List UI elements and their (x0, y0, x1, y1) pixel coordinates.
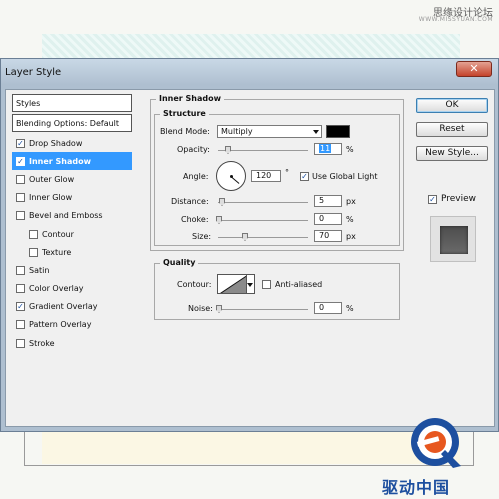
style-item[interactable]: Outer Glow (12, 170, 132, 188)
style-item[interactable]: Stroke (12, 334, 132, 352)
distance-label: Distance: (171, 197, 209, 206)
anti-aliased-label: Anti-aliased (275, 280, 323, 289)
style-checkbox[interactable]: ✓ (16, 302, 25, 312)
style-item[interactable]: Texture (12, 243, 132, 261)
style-item-label: Texture (42, 247, 72, 257)
size-label: Size: (192, 232, 212, 241)
style-checkbox[interactable] (16, 265, 25, 275)
close-button[interactable]: ✕ (456, 61, 492, 77)
preview-thumbnail (430, 216, 476, 262)
style-item-label: Contour (42, 229, 74, 239)
contour-label: Contour: (177, 280, 212, 289)
blend-mode-select[interactable]: Multiply (217, 125, 322, 138)
noise-unit: % (346, 304, 354, 313)
contour-picker[interactable] (217, 274, 247, 294)
structure-title: Structure (160, 109, 209, 118)
style-item-label: Gradient Overlay (29, 302, 98, 312)
blending-options[interactable]: Blending Options: Default (12, 114, 132, 132)
styles-header[interactable]: Styles (12, 94, 132, 112)
style-item[interactable]: ✓ Inner Shadow (12, 152, 132, 171)
choke-slider[interactable] (216, 216, 308, 224)
style-item-label: Pattern Overlay (29, 320, 92, 330)
style-item[interactable]: Inner Glow (12, 189, 132, 207)
chevron-down-icon (247, 283, 253, 287)
dialog-title: Layer Style (5, 66, 62, 78)
background-canvas (42, 430, 460, 464)
global-light-label: Use Global Light (312, 172, 378, 181)
watermark-url: WWW.MISSYUAN.COM (418, 16, 493, 23)
inner-shadow-title: Inner Shadow (156, 94, 224, 103)
noise-slider[interactable] (216, 305, 308, 313)
style-item-label: Color Overlay (29, 284, 84, 294)
angle-input[interactable]: 120 (251, 170, 281, 182)
global-light-checkbox[interactable]: ✓ (300, 172, 309, 181)
blend-mode-label: Blend Mode: (160, 127, 210, 136)
style-item-label: Stroke (29, 338, 55, 348)
size-unit: px (346, 232, 356, 241)
style-item-label: Outer Glow (29, 174, 75, 184)
style-checkbox[interactable] (16, 211, 25, 221)
opacity-label: Opacity: (177, 145, 210, 154)
anti-aliased-checkbox[interactable] (262, 280, 271, 289)
style-item[interactable]: Color Overlay (12, 280, 132, 298)
style-checkbox[interactable] (16, 193, 25, 203)
style-checkbox[interactable] (16, 284, 25, 294)
style-item[interactable]: Satin (12, 261, 132, 279)
logo-icon (411, 418, 461, 468)
style-item[interactable]: Pattern Overlay (12, 316, 132, 334)
opacity-input[interactable]: 11 (314, 143, 342, 155)
style-checkbox[interactable] (29, 229, 38, 239)
opacity-slider[interactable] (218, 146, 308, 154)
quality-title: Quality (160, 258, 199, 267)
angle-unit: ° (285, 168, 289, 177)
style-checkbox[interactable] (29, 247, 38, 257)
preview-toggle[interactable]: ✓ Preview (427, 194, 476, 204)
size-input[interactable]: 70 (314, 230, 342, 242)
choke-unit: % (346, 215, 354, 224)
choke-label: Choke: (181, 215, 209, 224)
contour-dropdown[interactable] (246, 274, 255, 294)
close-icon: ✕ (469, 62, 479, 75)
style-item-label: Drop Shadow (29, 138, 83, 148)
preview-checkbox[interactable]: ✓ (427, 194, 437, 204)
style-item[interactable]: ✓ Drop Shadow (12, 134, 132, 152)
noise-label: Noise: (188, 304, 213, 313)
style-checkbox[interactable]: ✓ (16, 156, 25, 166)
distance-unit: px (346, 197, 356, 206)
distance-slider[interactable] (218, 198, 308, 206)
size-slider[interactable] (218, 233, 308, 241)
title-bar[interactable]: Layer Style (1, 59, 498, 85)
style-item-label: Inner Glow (29, 193, 73, 203)
ok-button[interactable]: OK (416, 98, 488, 113)
style-checkbox[interactable] (16, 338, 25, 348)
opacity-unit: % (346, 145, 354, 154)
style-item-label: Bevel and Emboss (29, 211, 103, 221)
choke-input[interactable]: 0 (314, 213, 342, 225)
shadow-color-swatch[interactable] (326, 125, 350, 138)
preview-label: Preview (440, 194, 476, 204)
style-checkbox[interactable] (16, 320, 25, 330)
distance-input[interactable]: 5 (314, 195, 342, 207)
dialog-body: Styles Blending Options: Default ✓ Drop S… (5, 89, 495, 427)
logo-text: 驱动中国 (382, 478, 451, 497)
style-checkbox[interactable]: ✓ (16, 138, 25, 148)
layer-style-dialog: Layer Style ✕ Styles Blending Options: D… (0, 58, 499, 432)
style-checkbox[interactable] (16, 174, 25, 184)
angle-dial[interactable] (216, 161, 246, 191)
angle-label: Angle: (183, 172, 209, 181)
style-item[interactable]: Contour (12, 225, 132, 243)
style-item[interactable]: Bevel and Emboss (12, 207, 132, 225)
reset-button[interactable]: Reset (416, 122, 488, 137)
noise-input[interactable]: 0 (314, 302, 342, 314)
style-item-label: Inner Shadow (29, 156, 91, 166)
contour-curve-icon (220, 275, 246, 293)
background-pattern (42, 34, 460, 60)
style-item[interactable]: ✓ Gradient Overlay (12, 298, 132, 316)
styles-list: Styles Blending Options: Default ✓ Drop S… (12, 94, 132, 424)
chevron-down-icon (313, 130, 319, 134)
new-style-button[interactable]: New Style... (416, 146, 488, 161)
style-item-label: Satin (29, 265, 50, 275)
